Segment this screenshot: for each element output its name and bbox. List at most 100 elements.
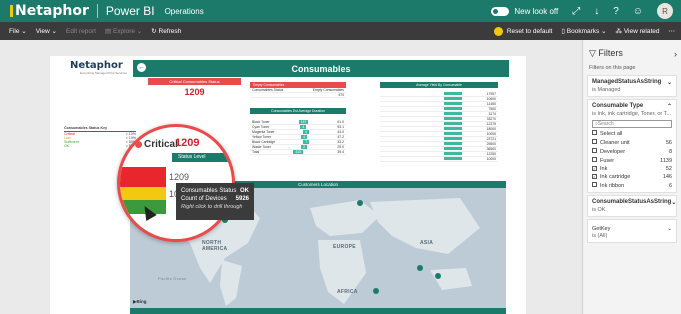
avg-duration-rows: Black Toner 147 61.0 Cyan Toner 4 53.1 Magenta…: [250, 120, 346, 155]
table-cell: 4: [301, 135, 308, 139]
table-cell: 33270: [486, 117, 496, 121]
chevron-up-icon[interactable]: ⌃: [667, 103, 672, 110]
bar-low[interactable]: [120, 187, 166, 200]
app-logo[interactable]: Netaphor: [10, 3, 89, 19]
filter-card-consumable-type[interactable]: Consumable Type ⌃ is Ink, ink cartridge, …: [587, 99, 677, 193]
filters-header: ▽ Filters ›: [583, 40, 681, 63]
filter-option-count: 8: [668, 148, 672, 155]
tooltip-row: Count of Devices 5926: [181, 196, 249, 202]
filter-option[interactable]: ✓ Ink 52: [592, 166, 672, 172]
new-look-toggle[interactable]: [491, 6, 510, 16]
checkbox-icon[interactable]: [592, 130, 597, 135]
critical-card-title: Critical Consumables Status: [148, 78, 241, 85]
report-canvas: Netaphor Everything Managed Print Servic…: [0, 40, 582, 314]
refresh-label: Refresh: [158, 27, 182, 35]
filter-option-label: Cleaner unit: [600, 140, 630, 146]
average-duration-table[interactable]: Consumables Est Average Duration Black T…: [250, 108, 346, 155]
workspace-name[interactable]: Operations: [165, 7, 204, 16]
power-bi-app: Netaphor Power BI Operations New look of…: [0, 0, 681, 314]
filter-card-value: is Ink, ink cartridge, Toner, or T...: [592, 111, 671, 117]
table-cell: 39.4: [337, 150, 344, 154]
checkbox-icon[interactable]: [592, 182, 597, 187]
filter-option[interactable]: ✓ Ink cartridge 146: [592, 174, 672, 180]
yield-bar: [444, 137, 462, 140]
filter-option-label: Fuser: [600, 158, 615, 164]
view-label: View: [35, 27, 50, 35]
expand-icon[interactable]: ⤢: [572, 6, 580, 17]
filter-option[interactable]: Cleaner unit 56: [592, 139, 672, 146]
filter-icon[interactable]: ▽: [218, 139, 225, 150]
avg-duration-title: Consumables Est Average Duration: [250, 108, 346, 114]
map-label-pacific: Pacific Ocean: [158, 276, 187, 281]
table-cell: 12250: [486, 152, 496, 156]
refresh-button[interactable]: ↻ Refresh: [151, 27, 182, 36]
checkbox-icon[interactable]: [592, 148, 597, 153]
map-label-europe: EUROPE: [333, 244, 356, 250]
view-menu[interactable]: View ⌄: [35, 27, 57, 36]
checkbox-checked-icon[interactable]: ✓: [592, 166, 597, 171]
map-label-north-america: NORTH AMERICA: [202, 240, 228, 252]
table-row[interactable]: Total 415 39.4: [250, 150, 346, 155]
feedback-icon[interactable]: ☺: [633, 6, 643, 17]
filter-option-left: Developer: [592, 148, 625, 155]
download-icon[interactable]: ↓: [594, 6, 599, 17]
product-name[interactable]: Power BI: [106, 4, 155, 18]
yield-bar: [444, 142, 462, 145]
view-related-label: View related: [623, 27, 660, 35]
tooltip-count-label: Count of Devices: [181, 196, 227, 202]
filter-card-getkey[interactable]: GetKey ⌄ is (All): [587, 219, 677, 243]
checkbox-icon[interactable]: [592, 157, 597, 162]
table-cell: 7500: [488, 107, 496, 111]
filter-option[interactable]: Developer 8: [592, 148, 672, 155]
edit-report-button[interactable]: Edit report: [66, 28, 96, 35]
filter-option[interactable]: Ink ribbon 6: [592, 182, 672, 189]
table-cell: 25500: [486, 142, 496, 146]
checkbox-checked-icon[interactable]: ✓: [592, 174, 597, 179]
reset-label: Reset to default: [506, 27, 553, 35]
bar-critical[interactable]: [120, 167, 166, 187]
explore-menu[interactable]: ▤ Explore ⌄: [105, 27, 142, 36]
table-row[interactable]: 10000: [380, 157, 498, 162]
filter-card-status[interactable]: ConsumableStatusAsString ⌄ is OK: [587, 195, 677, 217]
file-menu[interactable]: File ⌄: [9, 27, 27, 36]
reset-button[interactable]: Reset to default: [493, 26, 553, 36]
empty-consumables-table[interactable]: Empty Consumables Consumables Status Empt…: [250, 82, 346, 98]
critical-consumables-card[interactable]: Critical Consumables Status 1209: [148, 78, 241, 106]
filter-option-left: Ink ribbon: [592, 182, 624, 189]
file-label: File: [9, 27, 20, 35]
bookmarks-menu[interactable]: ▯ Bookmarks ⌄: [561, 27, 606, 36]
filter-option-count: 56: [665, 139, 672, 146]
bookmarks-label: Bookmarks: [566, 27, 600, 35]
divider: [96, 4, 98, 18]
table-cell: 470: [338, 93, 344, 97]
table-cell: 10000: [486, 132, 496, 136]
checkbox-icon[interactable]: [592, 139, 597, 144]
filter-search-input[interactable]: ⌕ Search: [592, 120, 672, 128]
back-arrow-icon[interactable]: ←: [136, 62, 147, 73]
chevron-down-icon[interactable]: ⌄: [667, 226, 672, 232]
filter-option-label: Ink ribbon: [600, 183, 625, 189]
yield-bar: [444, 92, 462, 95]
new-look-label: New look off: [514, 6, 559, 16]
critical-dot-icon: [135, 140, 142, 148]
chevron-down-icon[interactable]: ⌄: [667, 79, 672, 86]
filter-card-title: ManagedStatusAsString: [592, 79, 662, 85]
filter-option[interactable]: Fuser 1139: [592, 157, 672, 164]
bottom-strip: [130, 308, 506, 314]
filter-card-managed[interactable]: ManagedStatusAsString ⌄ is Managed: [587, 75, 677, 97]
more-options-icon[interactable]: ⋯: [669, 27, 676, 35]
filter-option-label: Select all: [600, 131, 623, 137]
table-cell: Empty Consumables: [312, 88, 344, 92]
filters-title-label: Filters: [598, 48, 623, 58]
filter-options-list: Select all Cleaner unit 56 Developer 8 Fuser 1…: [592, 130, 672, 189]
filter-option-label: Ink cartridge: [600, 174, 631, 180]
view-related-button[interactable]: ⁂ View related: [616, 27, 660, 36]
filter-option[interactable]: Select all: [592, 130, 672, 137]
collapse-filters-icon[interactable]: ›: [674, 49, 677, 59]
tooltip-hint: Right click to drill through: [181, 204, 243, 210]
table-cell: 23721: [486, 137, 496, 141]
avatar[interactable]: R: [657, 3, 673, 19]
chevron-down-icon[interactable]: ⌄: [671, 199, 676, 206]
average-yield-table[interactable]: Average Yield By Consumable 17997 10600 11…: [380, 82, 498, 162]
help-icon[interactable]: ?: [613, 6, 619, 17]
